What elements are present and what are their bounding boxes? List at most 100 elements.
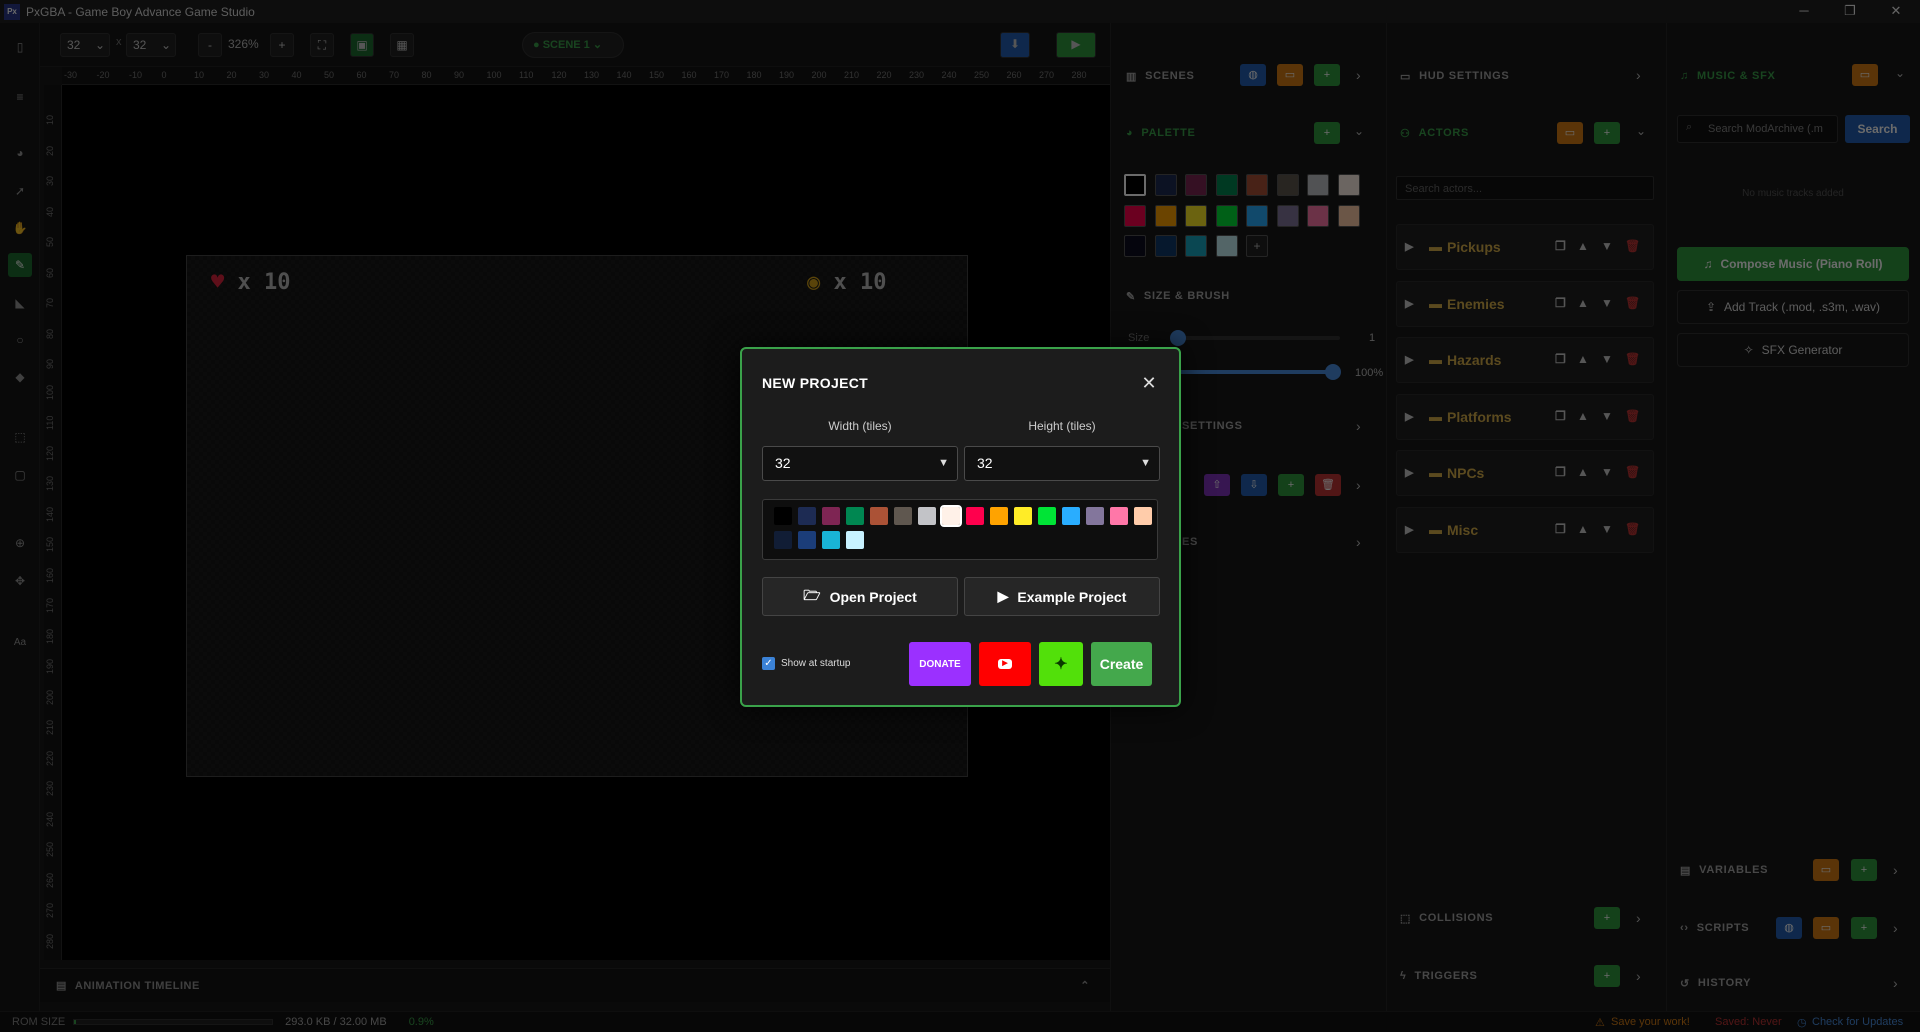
move-down-icon[interactable]: ▼ bbox=[1601, 239, 1613, 253]
palette-preview-swatch[interactable] bbox=[798, 531, 816, 549]
palette-preview-swatch[interactable] bbox=[1110, 507, 1128, 525]
palette-swatch[interactable] bbox=[1246, 174, 1268, 196]
palette-preview-swatch[interactable] bbox=[1038, 507, 1056, 525]
palette-tool-icon[interactable]: ◕ bbox=[8, 141, 32, 165]
chevron-right-icon[interactable]: › bbox=[1356, 477, 1361, 493]
palette-swatch[interactable] bbox=[1185, 174, 1207, 196]
palette-preview-swatch[interactable] bbox=[1062, 507, 1080, 525]
pencil-tool-icon[interactable]: ✎ bbox=[8, 253, 32, 277]
collisions-header[interactable]: ⬚ COLLISIONS bbox=[1400, 902, 1493, 934]
palette-preview-swatch[interactable] bbox=[774, 507, 792, 525]
globe-icon[interactable]: ◍ bbox=[1776, 917, 1802, 939]
trash-icon[interactable]: 🗑 bbox=[1625, 296, 1640, 310]
chevron-right-icon[interactable]: › bbox=[1893, 862, 1898, 878]
folder-icon[interactable]: ▭ bbox=[1813, 917, 1839, 939]
chevron-right-icon[interactable]: › bbox=[1356, 67, 1361, 83]
palette-swatch[interactable] bbox=[1246, 204, 1268, 227]
hud-settings-header[interactable]: ▭ HUD SETTINGS bbox=[1400, 60, 1509, 92]
opacity-slider-thumb[interactable] bbox=[1325, 364, 1341, 380]
copy-icon[interactable]: ❐ bbox=[1555, 409, 1566, 423]
trash-icon[interactable]: 🗑 bbox=[1625, 239, 1640, 253]
copy-icon[interactable]: ❐ bbox=[1555, 352, 1566, 366]
donate-button[interactable]: DONATE bbox=[909, 642, 971, 686]
copy-icon[interactable]: ❐ bbox=[1555, 239, 1566, 253]
triggers-header[interactable]: ϟ TRIGGERS bbox=[1400, 960, 1478, 992]
circle-tool-icon[interactable]: ○ bbox=[8, 328, 32, 352]
minimize-button[interactable]: ─ bbox=[1781, 0, 1827, 23]
palette-preview-swatch[interactable] bbox=[846, 507, 864, 525]
actor-folder-row[interactable]: ▶ ▬ NPCs ❐ ▲ ▼ 🗑 bbox=[1396, 450, 1654, 496]
chevron-right-icon[interactable]: › bbox=[1893, 975, 1898, 991]
expand-arrow-icon[interactable]: ▶ bbox=[1405, 466, 1413, 479]
hand-tool-icon[interactable]: ✋ bbox=[8, 216, 32, 240]
move-down-icon[interactable]: ▼ bbox=[1601, 352, 1613, 366]
width-select[interactable]: 32 ▼ bbox=[762, 446, 958, 481]
palette-preview-swatch[interactable] bbox=[1134, 507, 1152, 525]
scripts-header[interactable]: ‹› SCRIPTS bbox=[1680, 912, 1749, 944]
history-header[interactable]: ↺ HISTORY bbox=[1680, 967, 1751, 999]
copy-icon[interactable]: ❐ bbox=[1555, 296, 1566, 310]
palette-swatch[interactable] bbox=[1307, 174, 1329, 196]
add-swatch-button[interactable]: + bbox=[1246, 235, 1268, 257]
chevron-right-icon[interactable]: › bbox=[1636, 968, 1641, 984]
palette-preview-swatch[interactable] bbox=[894, 507, 912, 525]
map-height-select[interactable]: 32 ⌄ bbox=[126, 33, 176, 57]
new-file-icon[interactable]: ▯ bbox=[8, 35, 32, 59]
modarchive-search-input[interactable]: Search ModArchive (.m bbox=[1677, 115, 1838, 143]
folder-icon[interactable]: ▭ bbox=[1852, 64, 1878, 86]
show-startup-row[interactable]: ✓ Show at startup bbox=[762, 657, 850, 670]
palette-swatch[interactable] bbox=[1276, 174, 1299, 196]
export-icon[interactable]: ⇧ bbox=[1204, 474, 1230, 496]
move-down-icon[interactable]: ▼ bbox=[1601, 409, 1613, 423]
globe-icon[interactable]: ◍ bbox=[1240, 64, 1266, 86]
chevron-down-icon[interactable]: ⌄ bbox=[1636, 124, 1646, 138]
chevron-up-icon[interactable]: ⌃ bbox=[1080, 979, 1090, 992]
settings-header[interactable]: SETTINGS bbox=[1182, 410, 1243, 442]
palette-swatch[interactable] bbox=[1337, 204, 1360, 227]
palette-swatch[interactable] bbox=[1124, 235, 1146, 257]
trash-icon[interactable]: 🗑 bbox=[1625, 409, 1640, 423]
move-tool-icon[interactable]: ✥ bbox=[8, 569, 32, 593]
expand-arrow-icon[interactable]: ▶ bbox=[1405, 297, 1413, 310]
folder-icon[interactable]: ▭ bbox=[1813, 859, 1839, 881]
menu-icon[interactable]: ≡ bbox=[8, 85, 32, 109]
text-tool-icon[interactable]: Aa bbox=[8, 631, 32, 655]
palette-header[interactable]: ◕ PALETTE bbox=[1126, 117, 1196, 149]
crosshair-tool-icon[interactable]: ⊕ bbox=[8, 531, 32, 555]
trash-icon[interactable]: 🗑 bbox=[1625, 352, 1640, 366]
palette-swatch[interactable] bbox=[1154, 174, 1177, 196]
play-icon[interactable]: ▶ bbox=[1056, 32, 1096, 58]
palette-swatch[interactable] bbox=[1185, 235, 1207, 257]
palette-swatch[interactable] bbox=[1124, 204, 1146, 227]
tiles-header[interactable]: ES bbox=[1182, 526, 1198, 558]
chevron-right-icon[interactable]: › bbox=[1356, 418, 1361, 434]
copy-icon[interactable]: ❐ bbox=[1555, 465, 1566, 479]
actors-header[interactable]: ⚇ ACTORS bbox=[1400, 117, 1469, 149]
download-icon[interactable]: ⬇ bbox=[1000, 32, 1030, 58]
sfx-generator-button[interactable]: ✧ SFX Generator bbox=[1677, 333, 1909, 367]
restore-button[interactable]: ❐ bbox=[1827, 0, 1873, 23]
size-brush-header[interactable]: ✎ SIZE & BRUSH bbox=[1126, 280, 1230, 312]
height-select[interactable]: 32 ▼ bbox=[964, 446, 1160, 481]
layer-tool-icon[interactable]: ▢ bbox=[8, 463, 32, 487]
expand-arrow-icon[interactable]: ▶ bbox=[1405, 410, 1413, 423]
trash-icon[interactable]: 🗑 bbox=[1625, 522, 1640, 536]
size-slider-thumb[interactable] bbox=[1170, 330, 1186, 346]
opacity-slider-track[interactable] bbox=[1176, 370, 1340, 374]
actor-folder-row[interactable]: ▶ ▬ Pickups ❐ ▲ ▼ 🗑 bbox=[1396, 224, 1654, 270]
add-track-button[interactable]: ⇪ Add Track (.mod, .s3m, .wav) bbox=[1677, 290, 1909, 324]
marquee-tool-icon[interactable]: ⬚ bbox=[8, 425, 32, 449]
chevron-down-icon[interactable]: ⌄ bbox=[1895, 66, 1905, 80]
youtube-button[interactable]: ▶ bbox=[979, 642, 1031, 686]
palette-preview-swatch[interactable] bbox=[990, 507, 1008, 525]
expand-arrow-icon[interactable]: ▶ bbox=[1405, 240, 1413, 253]
palette-preview-swatch[interactable] bbox=[940, 505, 962, 527]
add-collision-button[interactable]: + bbox=[1594, 907, 1620, 929]
eraser-tool-icon[interactable]: ◆ bbox=[8, 365, 32, 389]
map-width-select[interactable]: 32 ⌄ bbox=[60, 33, 110, 57]
expand-arrow-icon[interactable]: ▶ bbox=[1405, 523, 1413, 536]
add-variable-button[interactable]: + bbox=[1851, 859, 1877, 881]
add-item-button[interactable]: + bbox=[1278, 474, 1304, 496]
palette-preview-swatch[interactable] bbox=[774, 531, 792, 549]
fill-tool-icon[interactable]: ◣ bbox=[8, 291, 32, 315]
